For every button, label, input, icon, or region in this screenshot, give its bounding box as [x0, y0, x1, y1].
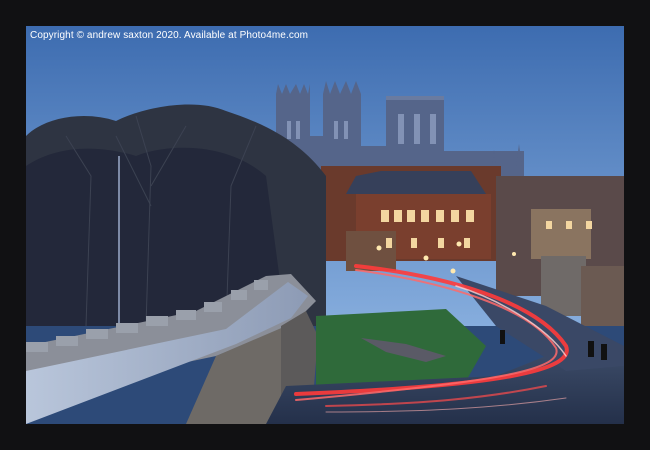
york-minster-dusk-scene — [26, 26, 624, 424]
copyright-watermark: Copyright © andrew saxton 2020. Availabl… — [30, 30, 309, 41]
picture-frame: Copyright © andrew saxton 2020. Availabl… — [0, 0, 650, 450]
photo: Copyright © andrew saxton 2020. Availabl… — [26, 26, 624, 424]
